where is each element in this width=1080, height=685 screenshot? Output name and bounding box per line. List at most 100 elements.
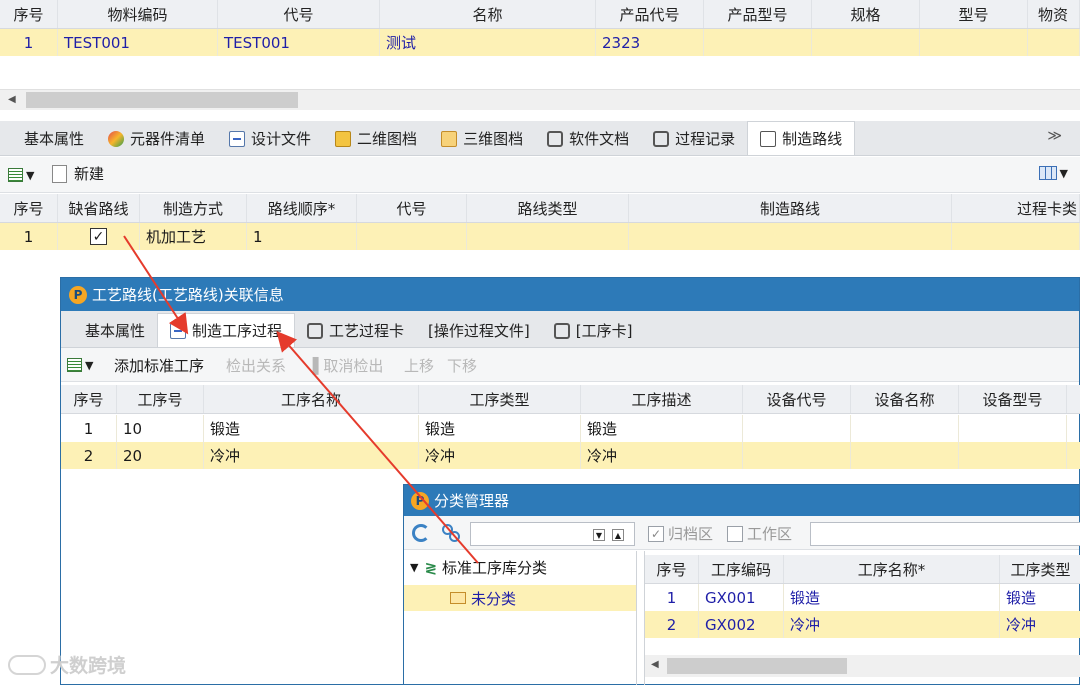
cell-product-model [704, 29, 812, 56]
checkout-relation-button[interactable]: 检出关系 [226, 355, 286, 376]
column-header[interactable]: 物料编码 [58, 0, 218, 28]
horizontal-scrollbar[interactable]: ◀ [0, 89, 1080, 110]
scroll-left-icon[interactable]: ◀ [651, 659, 659, 670]
tree-node-uncategorized[interactable]: 未分类 [404, 585, 636, 611]
expand-arrow-icon[interactable]: ▼ [410, 561, 418, 574]
table-row[interactable]: 1 TEST001 TEST001 测试 2323 [0, 29, 1080, 56]
route-grid-header: 序号 缺省路线 制造方式 路线顺序* 代号 路线类型 制造路线 过程卡类 [0, 194, 1080, 223]
window-title-bar[interactable]: P 工艺路线(工艺路线)关联信息 [61, 278, 1079, 311]
tab-operation-docs[interactable]: [操作过程文件] [416, 314, 542, 347]
tab-label: 元器件清单 [130, 130, 206, 148]
more-tabs-icon[interactable]: ≫ [1047, 128, 1062, 144]
column-header[interactable]: 工序编码 [699, 555, 784, 583]
cell-code [357, 223, 467, 250]
column-header[interactable]: 工序名称* [784, 555, 1000, 583]
move-up-button[interactable]: 上移 [404, 355, 434, 376]
tab-3d-drawings[interactable]: 三维图档 [429, 122, 535, 155]
tree-node-label: 标准工序库分类 [442, 559, 548, 577]
table-row[interactable]: 1 GX001 锻造 锻造 [645, 584, 1080, 611]
tree-search-input[interactable]: ▼ ▲ [470, 522, 635, 546]
search-up-icon[interactable]: ▲ [612, 529, 624, 541]
cell-order: 1 [247, 223, 357, 250]
window-title-bar[interactable]: P 分类管理器 [404, 485, 1079, 516]
cell-route-type [467, 223, 629, 250]
work-area-checkbox[interactable]: 工作区 [727, 523, 792, 544]
tab-basic-attributes[interactable]: 基本属性 [0, 122, 96, 155]
column-header[interactable]: 路线顺序* [247, 194, 357, 222]
tab-basic-attributes[interactable]: 基本属性 [73, 314, 157, 347]
top-grid-header: 序号 物料编码 代号 名称 产品代号 产品型号 规格 型号 物资 [0, 0, 1080, 29]
tab-label: 工艺过程卡 [329, 322, 405, 340]
column-header[interactable]: 型号 [920, 0, 1028, 28]
table-row[interactable]: 1 ✓ 机加工艺 1 [0, 223, 1080, 250]
tab-2d-drawings[interactable]: 二维图档 [323, 122, 429, 155]
column-header[interactable]: 序号 [61, 385, 117, 413]
model-3d-icon [441, 130, 458, 147]
cell-name: 测试 [380, 29, 596, 56]
tab-design-files[interactable]: 设计文件 [217, 122, 323, 155]
column-header[interactable]: 代号 [357, 194, 467, 222]
component-icon [108, 130, 125, 147]
column-header[interactable]: 工序名称 [204, 385, 419, 413]
tab-software-docs[interactable]: 软件文档 [535, 122, 641, 155]
column-header[interactable]: 工序描述 [581, 385, 743, 413]
column-settings-button[interactable]: ▼ [1038, 166, 1068, 180]
move-down-button[interactable]: 下移 [447, 355, 477, 376]
row-number: 1 [61, 415, 117, 442]
cell-op-desc: 冷冲 [581, 442, 743, 469]
refresh-icon[interactable] [412, 524, 430, 542]
tab-manufacturing-route[interactable]: 制造路线 [747, 121, 856, 155]
tab-process-card[interactable]: 工艺过程卡 [295, 314, 416, 347]
column-header[interactable]: 产品代号 [596, 0, 704, 28]
classification-toolbar: ▼ ▲ ✓ 归档区 工作区 [404, 516, 1080, 550]
tab-process-records[interactable]: 过程记录 [641, 122, 747, 155]
table-row[interactable]: 2 GX002 冷冲 冷冲 [645, 611, 1080, 638]
column-header[interactable]: 缺省路线 [58, 194, 140, 222]
list-filter-input[interactable] [810, 522, 1080, 546]
default-route-checkbox[interactable]: ✓ [90, 228, 107, 245]
new-button[interactable]: 新建 [52, 163, 104, 184]
column-header[interactable]: 工序类型 [419, 385, 581, 413]
column-header[interactable]: 过程卡类 [952, 194, 1080, 222]
column-header[interactable]: 路线类型 [467, 194, 629, 222]
add-standard-operation-button[interactable]: 添加标准工序 [114, 355, 204, 376]
scroll-left-icon[interactable]: ◀ [8, 94, 16, 105]
column-header[interactable]: 物资 [1028, 0, 1080, 28]
tab-manufacturing-operations[interactable]: 制造工序过程 [157, 313, 296, 347]
column-header[interactable]: 工序类型 [1000, 555, 1080, 583]
column-header[interactable]: 序号 [0, 0, 58, 28]
column-header[interactable]: 产品型号 [704, 0, 812, 28]
list-menu-button[interactable]: ▼ [67, 358, 93, 372]
tree-node-root[interactable]: ▼ ≷ 标准工序库分类 [410, 557, 547, 578]
column-header[interactable]: 制造路线 [629, 194, 952, 222]
column-header[interactable]: 制造方式 [140, 194, 247, 222]
column-header[interactable]: 规格 [812, 0, 920, 28]
standard-operations-list: 序号 工序编码 工序名称* 工序类型 1 GX001 锻造 锻造 2 GX002… [644, 551, 1080, 685]
tree-structure-icon[interactable] [442, 524, 460, 542]
tab-label: 过程记录 [675, 130, 736, 148]
operations-toolbar: ▼ 添加标准工序 检出关系 ▐ 取消检出 上移 下移 [61, 348, 1079, 382]
tab-component-list[interactable]: 元器件清单 [96, 122, 217, 155]
tab-operation-card[interactable]: [工序卡] [542, 314, 645, 347]
cell-op-name: 冷冲 [204, 442, 419, 469]
search-down-icon[interactable]: ▼ [593, 529, 605, 541]
cell-model [920, 29, 1028, 56]
column-header[interactable]: 设备名称 [851, 385, 959, 413]
archive-area-checkbox[interactable]: ✓ 归档区 [648, 523, 713, 544]
column-header[interactable]: 名称 [380, 0, 596, 28]
column-header[interactable]: 工序号 [117, 385, 204, 413]
folder-icon [450, 592, 466, 604]
scrollbar-thumb[interactable] [667, 658, 847, 674]
table-row[interactable]: 1 10 锻造 锻造 锻造 [61, 415, 1080, 442]
horizontal-scrollbar[interactable]: ◀ [645, 655, 1080, 677]
column-header[interactable]: 代号 [218, 0, 380, 28]
scrollbar-thumb[interactable] [26, 92, 298, 108]
cancel-checkout-button[interactable]: ▐ 取消检出 [307, 355, 383, 376]
column-header[interactable]: 设备型号 [959, 385, 1067, 413]
column-header[interactable]: 设备代号 [743, 385, 851, 413]
table-row[interactable]: 2 20 冷冲 冷冲 冷冲 [61, 442, 1080, 469]
list-menu-button[interactable]: ▼ [8, 168, 34, 182]
tab-label: 二维图档 [357, 130, 418, 148]
column-header[interactable]: 序号 [645, 555, 699, 583]
column-header[interactable]: 序号 [0, 194, 58, 222]
